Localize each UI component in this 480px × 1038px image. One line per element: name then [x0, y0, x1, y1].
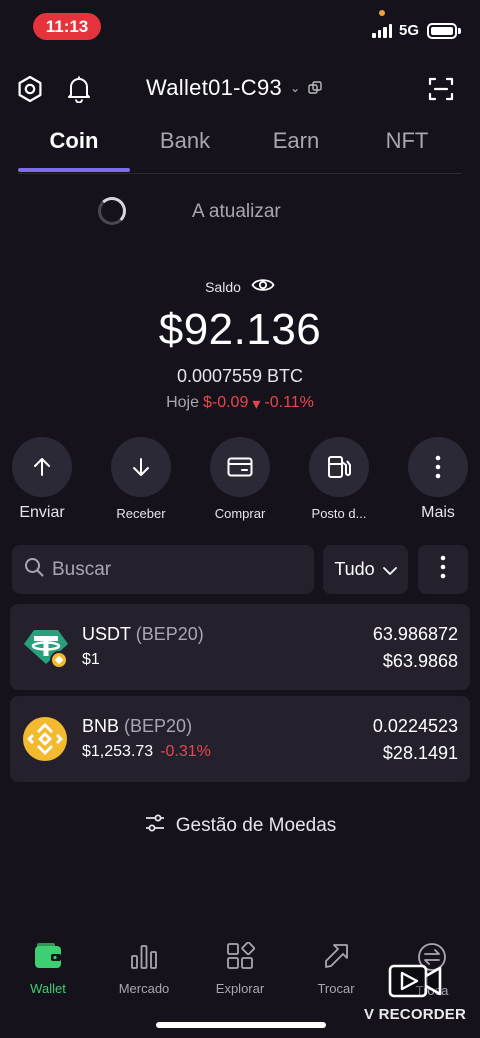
- btc-balance: 0.0007559 BTC: [176, 366, 304, 386]
- daily-change: Hoje $-0.09 ▾ -0.11%: [0, 394, 480, 414]
- usdt-tether-icon: [22, 624, 68, 670]
- wallet-icon: [33, 942, 63, 975]
- chevron-down-icon: [382, 559, 397, 580]
- coin-fiat-value: $28.1491: [382, 743, 458, 763]
- down-triangle-icon: ▾: [252, 396, 261, 413]
- send-button[interactable]: Enviar: [0, 437, 90, 522]
- nav-market[interactable]: Mercado: [96, 942, 192, 996]
- chevron-down-icon: ⌄: [290, 81, 301, 95]
- tab-nft[interactable]: NFT: [351, 128, 463, 154]
- more-label: Mais: [421, 504, 455, 521]
- tab-coin[interactable]: Coin: [18, 128, 130, 154]
- swap-arrow-icon: [321, 942, 351, 975]
- coin-name: BNB (BEP20): [82, 716, 192, 737]
- change-amount: $-0.09: [202, 394, 249, 411]
- battery-icon: [427, 23, 457, 39]
- coin-price: $1,253.73: [82, 743, 154, 760]
- coin-price-row: $1,253.73 -0.31%: [82, 743, 211, 761]
- fuel-station-icon: [309, 437, 369, 497]
- list-options-button[interactable]: [418, 545, 468, 594]
- coin-name: USDT (BEP20): [82, 624, 204, 645]
- coin-fiat-value: $63.9868: [382, 651, 458, 671]
- nav-swap[interactable]: Trocar: [288, 942, 384, 996]
- buy-label: Comprar: [214, 506, 266, 521]
- filter-label: Tudo: [334, 559, 375, 579]
- status-time: 11:13: [33, 13, 101, 40]
- search-icon: [24, 557, 44, 582]
- settings-hexagon-icon[interactable]: [16, 75, 44, 103]
- network-type: 5G: [399, 22, 420, 39]
- receive-button[interactable]: Receber: [93, 437, 189, 521]
- battery-cap: [458, 28, 461, 34]
- bnb-icon: [22, 716, 68, 762]
- more-vertical-icon: [440, 555, 446, 584]
- coin-row-usdt[interactable]: USDT (BEP20) $1 63.986872 $63.9868: [10, 604, 470, 690]
- nav-explore-label: Explorar: [215, 981, 265, 996]
- tab-bank[interactable]: Bank: [129, 128, 241, 154]
- coin-chain: (BEP20): [135, 624, 204, 644]
- today-label: Hoje: [166, 394, 199, 411]
- bar-chart-icon: [129, 942, 159, 975]
- signal-strength-icon: [372, 24, 392, 38]
- loading-text: A atualizar: [192, 201, 281, 222]
- buy-button[interactable]: Comprar: [192, 437, 288, 521]
- send-label: Enviar: [19, 504, 65, 521]
- receive-label: Receber: [116, 506, 166, 521]
- coin-amount: 0.0224523: [372, 716, 458, 736]
- nav-wallet-label: Wallet: [30, 981, 66, 996]
- recorder-watermark: V RECORDER: [364, 1006, 467, 1023]
- nav-explore[interactable]: Explorar: [192, 941, 288, 996]
- card-icon: [210, 437, 270, 497]
- wallet-name: Wallet01-C93: [146, 75, 283, 100]
- coin-symbol: USDT: [82, 624, 131, 644]
- coin-price-row: $1: [82, 651, 100, 669]
- fuel-station-label: Posto d...: [311, 506, 367, 521]
- coin-chain: (BEP20): [124, 716, 193, 736]
- active-tab-indicator: [18, 168, 130, 172]
- coin-symbol: BNB: [82, 716, 120, 736]
- coin-row-bnb[interactable]: BNB (BEP20) $1,253.73 -0.31% 0.0224523 $…: [10, 696, 470, 782]
- total-balance: $92.136: [158, 305, 322, 354]
- home-indicator[interactable]: [156, 1022, 326, 1028]
- nav-wallet[interactable]: Wallet: [0, 942, 96, 996]
- change-percent: -0.11%: [264, 394, 314, 411]
- more-vertical-icon: [408, 437, 468, 497]
- copy-icon[interactable]: [308, 75, 323, 101]
- search-input[interactable]: [52, 558, 292, 581]
- coin-amount: 63.986872: [372, 624, 458, 644]
- sliders-icon: [144, 813, 166, 839]
- eye-icon[interactable]: [251, 277, 275, 296]
- arrow-up-icon: [12, 437, 72, 497]
- manage-coins-button[interactable]: Gestão de Moedas: [0, 813, 480, 839]
- balance-label: Saldo: [205, 278, 241, 295]
- more-actions-button[interactable]: Mais: [390, 437, 480, 522]
- loading-spinner-icon: [98, 197, 126, 225]
- scan-icon[interactable]: [427, 75, 455, 103]
- nav-market-label: Mercado: [118, 981, 170, 996]
- wallet-selector[interactable]: Wallet01-C93 ⌄: [146, 75, 323, 101]
- fuel-station-button[interactable]: Posto d...: [291, 437, 387, 521]
- tab-earn[interactable]: Earn: [240, 128, 352, 154]
- manage-coins-label: Gestão de Moedas: [175, 815, 337, 836]
- search-box[interactable]: [12, 545, 314, 594]
- coin-price: $1: [82, 651, 100, 668]
- nav-swap-label: Trocar: [317, 981, 355, 996]
- apps-grid-icon: [225, 941, 256, 975]
- filter-dropdown[interactable]: Tudo: [323, 545, 408, 594]
- video-recorder-icon: [388, 962, 444, 1005]
- recording-indicator-dot: [379, 10, 385, 16]
- bell-icon[interactable]: [66, 75, 92, 103]
- balance-label-row: Saldo: [0, 277, 480, 296]
- coin-change: -0.31%: [160, 743, 211, 760]
- arrow-down-icon: [111, 437, 171, 497]
